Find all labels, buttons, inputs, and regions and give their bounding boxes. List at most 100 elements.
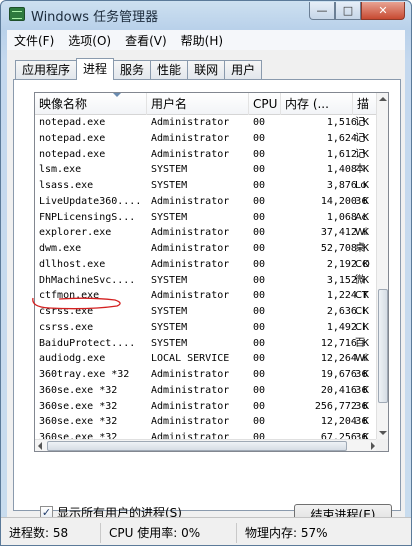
process-cpu: 00 (253, 290, 266, 302)
process-cpu: 00 (253, 180, 266, 191)
column-user-name[interactable]: 用户名 (147, 93, 249, 115)
tab-users[interactable]: 用户 (224, 60, 263, 80)
process-description: 记 (355, 148, 365, 160)
process-user-name: LOCAL SERVICE (151, 353, 230, 365)
process-row[interactable]: dllhost.exe Administrator 00 2,192 K CO (35, 257, 378, 273)
tab-services[interactable]: 服务 (113, 60, 152, 80)
process-user-name: Administrator (151, 117, 230, 128)
process-description: Ac (355, 211, 368, 223)
title-bar[interactable]: Windows 任务管理器 — □ ✕ (1, 1, 411, 29)
process-list-header: 映像名称 用户名 CPU 内存 (... 描 (35, 93, 378, 115)
tab-networking[interactable]: 联网 (187, 60, 226, 80)
status-process-count: 进程数: 58 (1, 522, 101, 543)
process-list[interactable]: 映像名称 用户名 CPU 内存 (... 描 notepad.exe Admini… (34, 92, 389, 452)
process-row[interactable]: 360se.exe *32 Administrator 00 20,416 K 36 (35, 383, 378, 399)
process-row[interactable]: notepad.exe Administrator 00 1,624 K记 (35, 131, 378, 147)
process-cpu: 00 (253, 369, 266, 380)
process-image-name: notepad.exe (39, 132, 106, 144)
process-image-name: csrss.exe (39, 321, 94, 333)
process-user-name: Administrator (151, 258, 230, 270)
process-user-name: Administrator (151, 148, 230, 160)
process-row[interactable]: notepad.exe Administrator 00 1,516 K记 (35, 115, 378, 131)
column-image-name[interactable]: 映像名称 (35, 93, 147, 115)
status-cpu-usage: CPU 使用率: 0% (101, 522, 237, 543)
process-image-name: notepad.exe (39, 117, 106, 128)
process-description: 36 (355, 195, 368, 207)
process-row[interactable]: ctfmon.exe Administrator 00 1,224 K CT (35, 288, 378, 304)
process-user-name: SYSTEM (151, 337, 188, 349)
process-description: Cl (355, 321, 365, 333)
process-cpu: 00 (253, 117, 266, 128)
window-title: Windows 任务管理器 (31, 10, 159, 25)
column-cpu[interactable]: CPU (249, 93, 281, 115)
process-row[interactable]: BaiduProtect.... SYSTEM 00 12,716 K百 (35, 336, 378, 352)
process-row[interactable]: lsass.exe SYSTEM 00 3,876 K Lo (35, 178, 378, 194)
process-description: CO (355, 258, 370, 270)
process-image-name: dwm.exe (39, 243, 82, 254)
scroll-corner (376, 439, 388, 451)
process-row[interactable]: 360tray.exe *32 Administrator 00 19,676 K 36 (35, 367, 378, 383)
menu-file[interactable]: 文件(F) (7, 32, 61, 49)
process-description: Cl (355, 306, 365, 317)
process-cpu: 00 (253, 321, 266, 333)
menu-help[interactable]: 帮助(H) (174, 32, 230, 49)
process-cpu: 00 (253, 384, 266, 396)
process-row[interactable]: audiodg.exe LOCAL SERVICE 00 12,264 K Wi (35, 351, 378, 367)
status-physical-memory: 物理内存: 57% (245, 525, 328, 540)
process-user-name: Administrator (151, 227, 230, 239)
task-manager-window: Windows 任务管理器 — □ ✕ 文件(F) 选项(O) 查看(V) 帮助… (0, 0, 412, 546)
process-row[interactable]: LiveUpdate360.... Administrator 00 14,200 K… (35, 194, 378, 210)
process-row[interactable]: csrss.exe SYSTEM 00 1,492 K Cl (35, 320, 378, 336)
process-row[interactable]: lsm.exe SYSTEM 00 1,408 K本 (35, 162, 378, 178)
process-cpu: 00 (253, 274, 266, 286)
process-row[interactable]: 360se.exe *32 Administrator 00 256,772 K 36 (35, 399, 378, 415)
process-cpu: 00 (253, 243, 266, 254)
scroll-down-arrow-icon[interactable] (379, 431, 387, 435)
menu-options[interactable]: 选项(O) (61, 32, 118, 49)
process-user-name: Administrator (151, 132, 230, 144)
process-row[interactable]: dwm.exe Administrator 00 52,708 K桌 (35, 241, 378, 257)
tab-processes[interactable]: 进程 (76, 58, 115, 80)
process-cpu: 00 (253, 353, 266, 365)
process-user-name: Administrator (151, 400, 230, 412)
process-description: Wi (355, 227, 368, 239)
process-row[interactable]: 360se.exe *32 Administrator 00 12,204 K 36 (35, 414, 378, 430)
client-area: 应用程序 进程 服务 性能 联网 用户 映像名称 用户名 CPU 内存 (...… (7, 50, 405, 527)
vertical-scroll-thumb[interactable] (378, 289, 388, 403)
scroll-right-arrow-icon[interactable] (371, 442, 375, 450)
process-image-name: FNPLicensingS... (39, 211, 136, 223)
scroll-up-arrow-icon[interactable] (379, 97, 387, 101)
process-description: 桌 (355, 243, 365, 254)
status-bar: 进程数: 58 CPU 使用率: 0% 物理内存: 57% (1, 517, 411, 545)
maximize-button[interactable]: □ (335, 2, 361, 20)
process-row[interactable]: notepad.exe Administrator 00 1,612 K记 (35, 147, 378, 163)
process-user-name: Administrator (151, 369, 230, 380)
process-user-name: Administrator (151, 195, 230, 207)
horizontal-scroll-thumb[interactable] (47, 441, 347, 451)
process-row[interactable]: csrss.exe SYSTEM 00 2,636 K Cl (35, 304, 378, 320)
process-image-name: lsm.exe (39, 164, 82, 176)
tab-performance[interactable]: 性能 (150, 60, 189, 80)
process-cpu: 00 (253, 416, 266, 428)
process-cpu: 00 (253, 195, 266, 207)
minimize-button[interactable]: — (309, 2, 335, 20)
process-row[interactable]: DhMachineSvc.... SYSTEM 00 3,152 K微 (35, 273, 378, 289)
menu-bar: 文件(F) 选项(O) 查看(V) 帮助(H) (7, 30, 405, 50)
process-row[interactable]: explorer.exe Administrator 00 37,412 K Wi (35, 225, 378, 241)
process-image-name: dllhost.exe (39, 258, 106, 270)
menu-view[interactable]: 查看(V) (118, 32, 174, 49)
process-cpu: 00 (253, 164, 266, 176)
process-description: 36 (355, 369, 368, 380)
column-description[interactable]: 描 (353, 93, 378, 115)
process-image-name: lsass.exe (39, 180, 94, 191)
process-user-name: SYSTEM (151, 321, 188, 333)
tab-applications[interactable]: 应用程序 (15, 60, 78, 80)
scroll-left-arrow-icon[interactable] (38, 442, 42, 450)
vertical-scrollbar[interactable] (376, 93, 388, 439)
close-button[interactable]: ✕ (361, 2, 405, 20)
process-row[interactable]: FNPLicensingS... SYSTEM 00 1,068 K Ac (35, 210, 378, 226)
process-user-name: SYSTEM (151, 211, 188, 223)
horizontal-scrollbar[interactable] (35, 439, 378, 451)
processes-panel: 映像名称 用户名 CPU 内存 (... 描 notepad.exe Admini… (13, 79, 401, 527)
column-memory[interactable]: 内存 (... (281, 93, 353, 115)
